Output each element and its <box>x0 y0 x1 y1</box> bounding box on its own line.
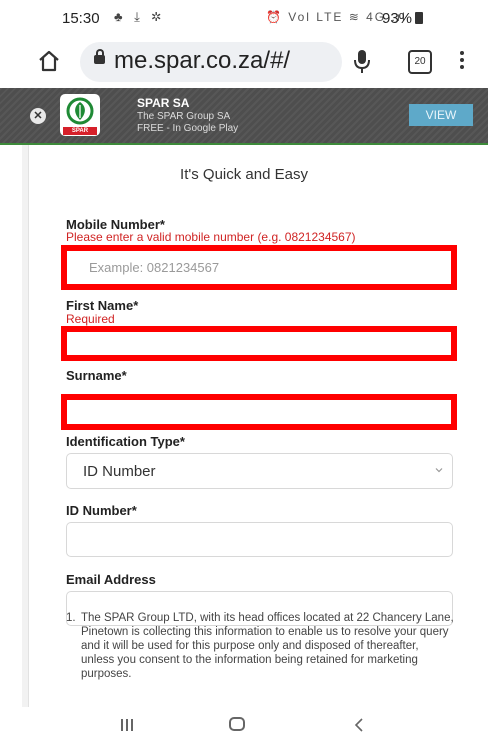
mobile-number-error: Please enter a valid mobile number (e.g.… <box>66 230 356 244</box>
battery-indicator: 93% <box>382 10 424 27</box>
status-time: 15:30 <box>62 10 100 27</box>
email-label: Email Address <box>66 572 156 587</box>
logo-wordmark: SPAR <box>63 127 97 135</box>
spar-logo: SPAR <box>60 94 100 136</box>
chevron-down-icon <box>435 468 443 473</box>
id-number-input[interactable] <box>66 522 453 557</box>
privacy-notice: 1. The SPAR Group LTD, with its head off… <box>66 611 454 681</box>
address-bar[interactable]: me.spar.co.za/#/ <box>80 42 342 82</box>
notice-text: The SPAR Group LTD, with its head office… <box>81 612 454 680</box>
mobile-number-placeholder: Example: 0821234567 <box>89 260 220 275</box>
home-icon[interactable] <box>36 48 62 74</box>
id-type-value: ID Number <box>83 463 156 480</box>
form-subtitle: It's Quick and Easy <box>180 166 308 183</box>
back-icon[interactable] <box>352 716 366 734</box>
status-bar: 15:30 ♣ ⤓ ✲ ⏰ Vol LTE ≋ 4G .ıl 93% <box>0 0 488 38</box>
battery-icon <box>415 12 424 24</box>
first-name-input[interactable] <box>61 326 457 361</box>
mobile-number-input[interactable]: Example: 0821234567 <box>61 245 457 290</box>
view-button[interactable]: VIEW <box>409 104 473 126</box>
id-type-select[interactable]: ID Number <box>66 453 453 489</box>
battery-percent: 93% <box>382 10 413 27</box>
banner-publisher: The SPAR Group SA <box>137 111 231 122</box>
browser-toolbar: me.spar.co.za/#/ 20 <box>0 38 488 88</box>
url-text: me.spar.co.za/#/ <box>114 47 291 74</box>
recent-apps-icon[interactable] <box>121 718 137 732</box>
page-scroll-edge <box>22 145 29 707</box>
overflow-menu-icon[interactable] <box>458 48 466 74</box>
id-type-label: Identification Type* <box>66 434 185 449</box>
id-number-label: ID Number* <box>66 503 137 518</box>
notification-icons: ♣ ⤓ ✲ <box>114 9 165 24</box>
banner-price: FREE - In Google Play <box>137 123 239 134</box>
lock-icon <box>94 49 105 64</box>
app-install-banner: ✕ SPAR SPAR SA The SPAR Group SA FREE - … <box>0 88 488 144</box>
notice-number: 1. <box>66 612 76 624</box>
home-button-icon[interactable] <box>229 717 245 731</box>
banner-divider <box>0 143 488 145</box>
close-icon[interactable]: ✕ <box>30 108 46 124</box>
first-name-label: First Name* <box>66 298 139 313</box>
microphone-icon[interactable] <box>352 48 372 76</box>
surname-label: Surname* <box>66 368 127 383</box>
first-name-error: Required <box>66 312 115 326</box>
tab-switcher-button[interactable]: 20 <box>408 50 432 74</box>
system-nav-bar <box>0 707 488 742</box>
banner-app-title: SPAR SA <box>137 96 190 110</box>
surname-input[interactable] <box>61 394 457 430</box>
